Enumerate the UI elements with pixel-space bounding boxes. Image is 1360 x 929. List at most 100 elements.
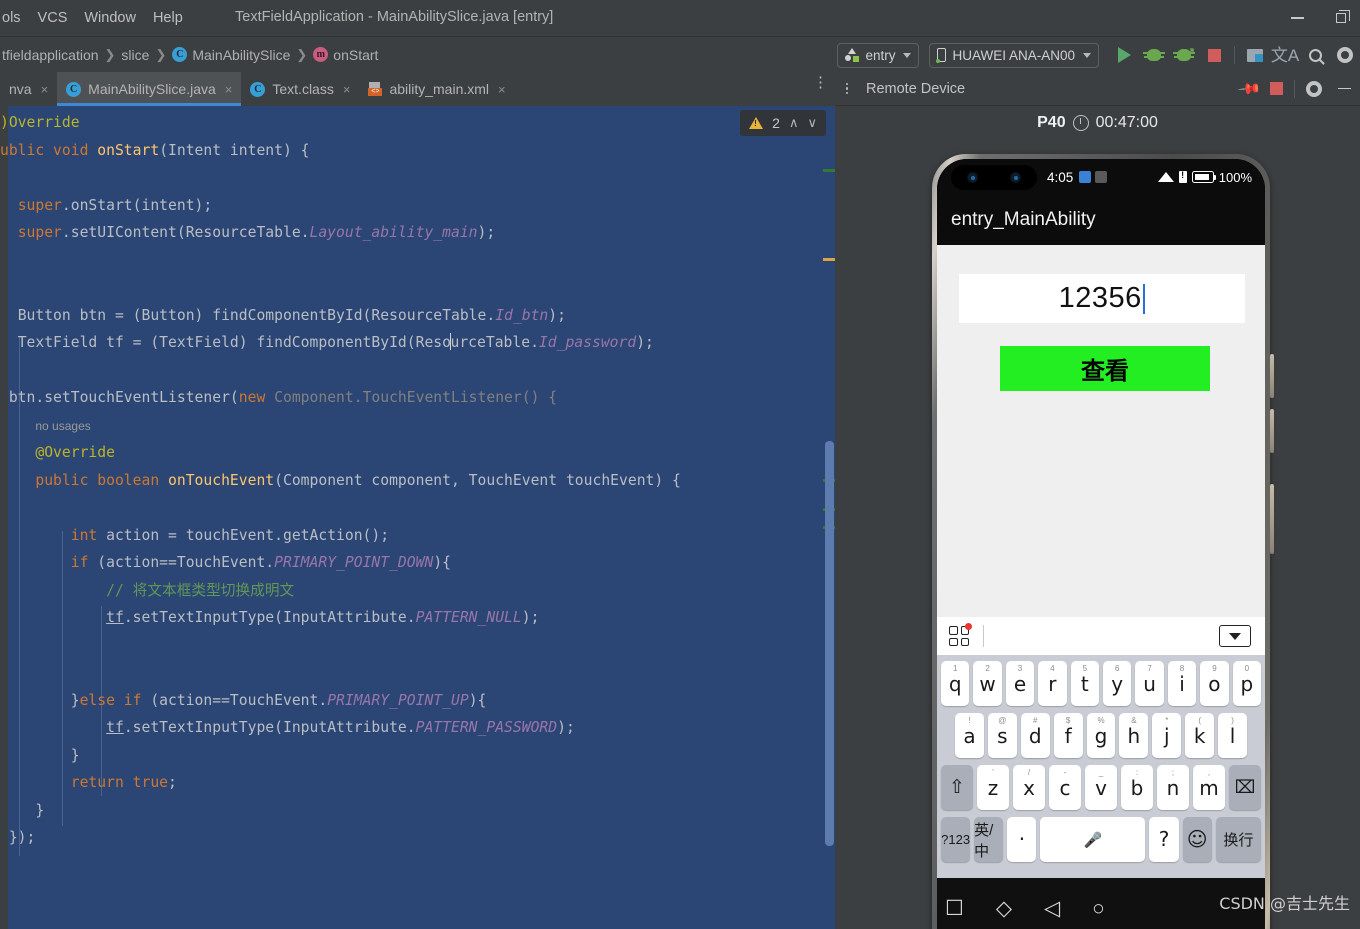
restore-button[interactable] [1330, 7, 1352, 29]
next-warning-icon[interactable]: ∨ [807, 115, 817, 131]
key-m[interactable]: ,m [1193, 765, 1225, 810]
key-y[interactable]: 6y [1103, 661, 1132, 706]
menu-tools[interactable]: ols [2, 10, 21, 26]
key-g[interactable]: % g [1086, 713, 1116, 758]
bug-icon [1143, 49, 1165, 61]
run-configuration-selector[interactable]: entry [837, 42, 920, 68]
key-c[interactable]: -c [1049, 765, 1081, 810]
key-s[interactable]: @ s [987, 713, 1017, 758]
key-shift[interactable]: ⇧ [941, 765, 973, 810]
gear-icon[interactable] [1306, 80, 1322, 97]
key-h[interactable]: & h [1119, 713, 1149, 758]
key-k[interactable]: (k [1185, 713, 1215, 758]
close-icon[interactable]: × [343, 82, 351, 97]
project-structure-button[interactable] [1240, 40, 1270, 70]
pin-icon[interactable]: 📌 [1237, 76, 1263, 101]
key-q[interactable]: 1q [940, 661, 970, 706]
key-t[interactable]: 5t [1070, 661, 1099, 706]
key-u[interactable]: 7u [1135, 661, 1164, 706]
phone-power-button[interactable] [1270, 484, 1274, 554]
key-numeric-toggle[interactable]: ?123 [941, 817, 971, 862]
key-p[interactable]: 0p [1232, 661, 1262, 706]
attach-debugger-button[interactable]: ↗ [1169, 40, 1199, 70]
key-d[interactable]: # d [1020, 713, 1050, 758]
tab-mainabilityslice[interactable]: C MainAbilitySlice.java × [57, 72, 242, 106]
menu-vcs[interactable]: VCS [38, 10, 68, 26]
code-line: no usages [35, 418, 91, 433]
recent-apps-icon[interactable]: ☐ [945, 898, 964, 919]
settings-button[interactable] [1330, 40, 1360, 70]
close-icon[interactable]: × [41, 82, 49, 97]
tab-text-class[interactable]: C Text.class × [241, 72, 359, 106]
key-i[interactable]: 8i [1167, 661, 1197, 706]
key-question[interactable]: ? [1149, 817, 1179, 862]
editor-marker[interactable] [823, 258, 835, 261]
view-button[interactable]: 查看 [1000, 346, 1210, 391]
key-enter[interactable]: 换行 [1215, 817, 1261, 862]
keyboard-row-2: ! a @ s # d $ f% g & h * j(k) l [941, 713, 1261, 758]
editor-scrollbar[interactable] [825, 441, 834, 846]
phone-side-button-up[interactable] [1270, 354, 1274, 398]
tab-overflow-button[interactable]: ⋮ [813, 75, 828, 90]
key-emoji[interactable]: ☺ [1182, 817, 1212, 862]
minimize-panel-button[interactable] [1333, 78, 1355, 100]
key-backspace[interactable]: ⌧ [1229, 765, 1261, 810]
key-o[interactable]: 9o [1200, 661, 1229, 706]
inspection-widget[interactable]: 2 ∧ ∨ [740, 110, 826, 136]
breadcrumb-method[interactable]: m onStart [313, 47, 378, 63]
breadcrumb-package[interactable]: tfieldapplication [2, 47, 99, 63]
key-language-toggle[interactable]: 英/中 [974, 817, 1004, 862]
stop-button[interactable] [1199, 40, 1229, 70]
hide-keyboard-icon[interactable] [1219, 625, 1251, 647]
menu-help[interactable]: Help [153, 10, 183, 26]
phone-side-button-down[interactable] [1270, 409, 1274, 453]
grid-menu-icon[interactable] [949, 623, 972, 646]
key-j[interactable]: * j [1152, 713, 1182, 758]
screenshot-icon[interactable]: ◇ [996, 898, 1012, 919]
keyboard-suggestion-bar [937, 617, 1265, 655]
prev-warning-icon[interactable]: ∧ [789, 115, 799, 131]
key-w[interactable]: 2w [973, 661, 1002, 706]
minimize-button[interactable] [1286, 7, 1308, 29]
status-app-icon [1079, 171, 1092, 183]
close-icon[interactable]: × [225, 82, 233, 97]
stop-icon[interactable] [1270, 82, 1283, 95]
code-editor[interactable]: )Override ublic void onStart(Intent inten… [0, 106, 835, 929]
debug-button[interactable] [1139, 40, 1169, 70]
soft-keyboard[interactable]: 1q2w3e4r5t6y7u8i9o0p ! a @ s # d $ f% g & h * j(k) l … [937, 617, 1265, 878]
key-f[interactable]: $ f [1053, 713, 1083, 758]
password-text-field[interactable]: 12356 [959, 274, 1245, 323]
session-timer: 00:47:00 [1095, 114, 1158, 131]
key-n[interactable]: ; n [1157, 765, 1189, 810]
editor-marker[interactable] [823, 169, 835, 172]
tab-java-partial[interactable]: nva × [0, 72, 57, 106]
phone-screen[interactable]: 4:05 100% entry_MainAbility 12356 [937, 159, 1265, 929]
close-icon[interactable]: × [498, 82, 506, 97]
code-text[interactable]: )Override ublic void onStart(Intent inten… [0, 106, 800, 929]
key-x[interactable]: / x [1013, 765, 1045, 810]
key-period[interactable]: · [1007, 817, 1037, 862]
home-icon[interactable]: ○ [1092, 898, 1105, 919]
translate-button[interactable]: 文A [1270, 40, 1300, 70]
breadcrumb-slice[interactable]: slice [121, 47, 149, 63]
key-b[interactable]: :b [1121, 765, 1153, 810]
key-r[interactable]: 4r [1038, 661, 1067, 706]
panel-options-icon[interactable] [838, 82, 856, 95]
menu-window[interactable]: Window [84, 10, 136, 26]
key-z[interactable]: ' z [977, 765, 1009, 810]
key-v[interactable]: _ v [1085, 765, 1117, 810]
breadcrumb-class[interactable]: C MainAbilitySlice [172, 47, 290, 63]
run-button[interactable] [1109, 40, 1139, 70]
key-l[interactable]: ) l [1218, 713, 1248, 758]
breadcrumb-method-label: onStart [333, 46, 379, 63]
tab-ability-main-xml[interactable]: <> ability_main.xml × [359, 72, 514, 106]
device-selector[interactable]: HUAWEI ANA-AN00 [929, 42, 1099, 68]
key-e[interactable]: 3e [1005, 661, 1035, 706]
code-line: @Override [35, 444, 115, 461]
back-icon[interactable]: ◁ [1044, 898, 1060, 919]
search-button[interactable] [1300, 40, 1330, 70]
key-space[interactable]: 🎤 [1040, 817, 1146, 862]
key-label: e [1013, 672, 1027, 696]
key-a[interactable]: ! a [955, 713, 984, 758]
